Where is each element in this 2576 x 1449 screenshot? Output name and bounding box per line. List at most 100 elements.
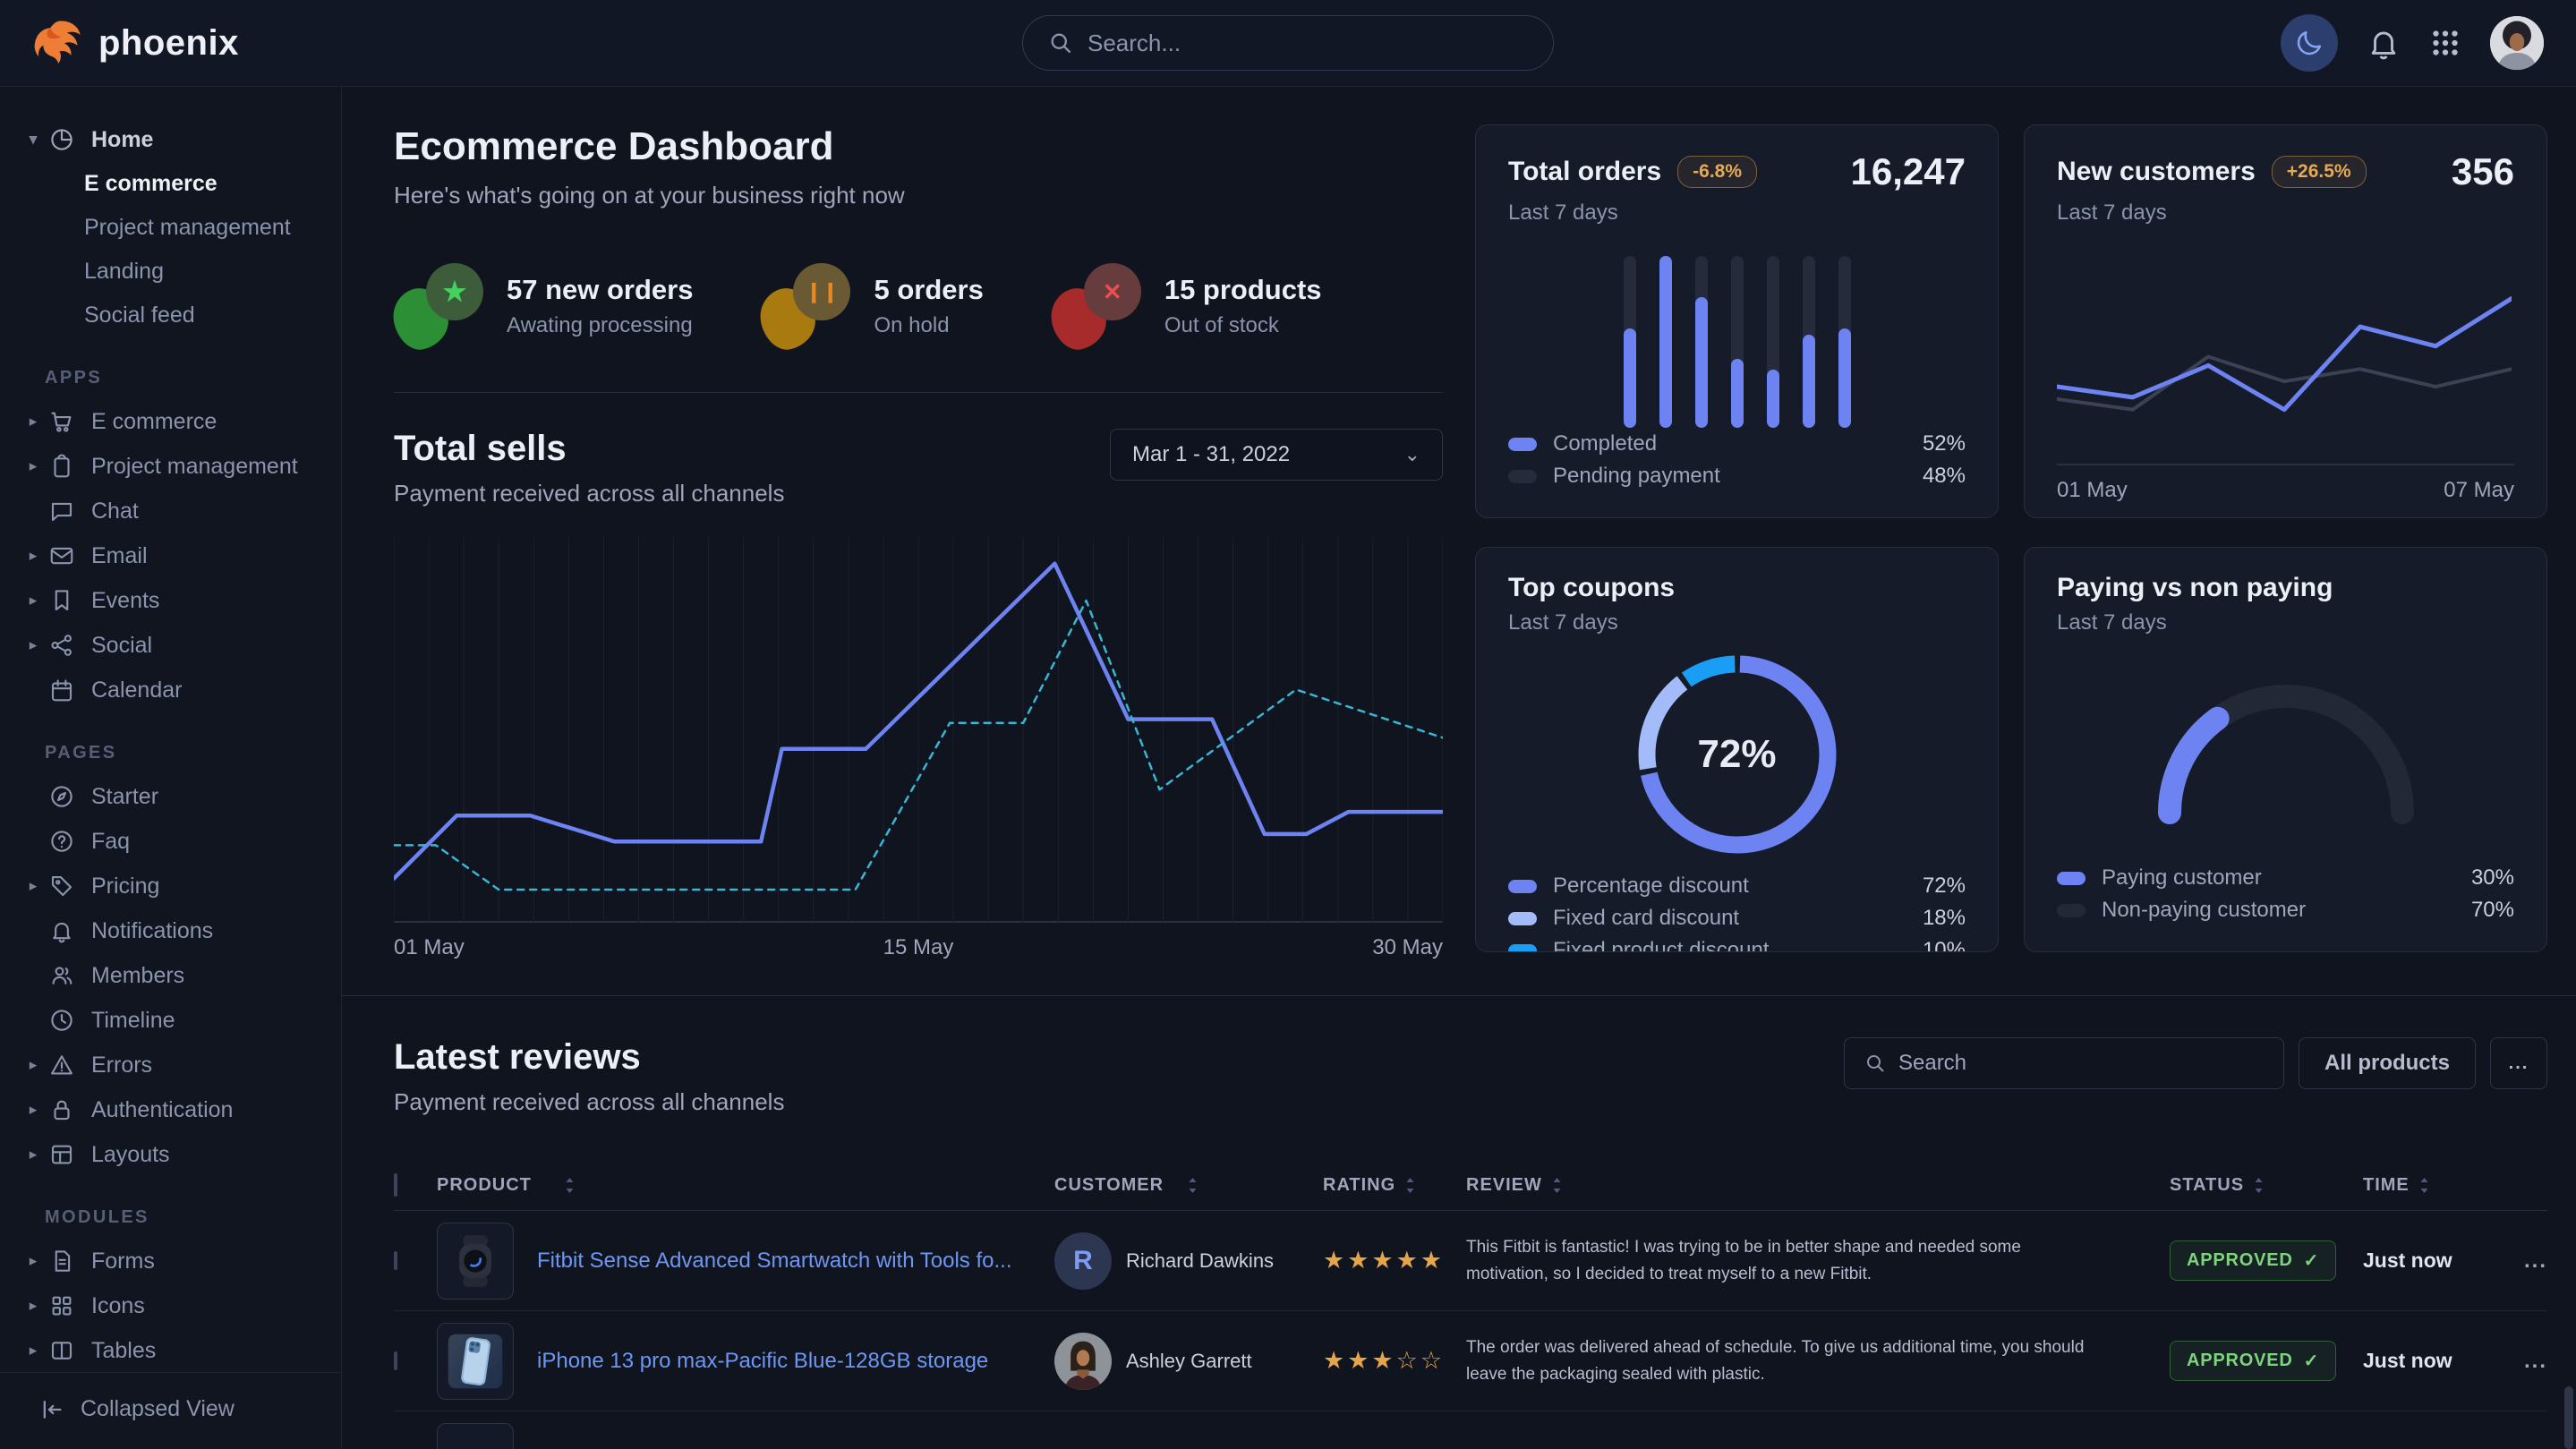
scrollbar-thumb[interactable] [2564, 1386, 2573, 1449]
legend-value: 18% [1923, 906, 1966, 931]
sidebar-item-calendar[interactable]: ▸Calendar [0, 668, 341, 712]
reviews-search-input[interactable] [1898, 1051, 2264, 1076]
sidebar-item-label: Project management [91, 454, 298, 480]
reviews-table: PRODUCTCUSTOMERRATINGREVIEWSTATUSTIME Fi… [394, 1161, 2547, 1449]
sidebar-item-project-management[interactable]: ▸Project management [0, 444, 341, 489]
date-range-value: Mar 1 - 31, 2022 [1132, 442, 1290, 467]
sidebar-item-faq[interactable]: ▸Faq [0, 819, 341, 864]
sidebar-item-e-commerce[interactable]: ▸E commerce [0, 399, 341, 444]
sidebar-item-pricing[interactable]: ▸Pricing [0, 864, 341, 908]
apps-grid-button[interactable] [2429, 27, 2461, 59]
user-avatar[interactable] [2490, 16, 2544, 70]
global-search-input[interactable] [1088, 30, 1528, 57]
column-header-customer[interactable]: CUSTOMER [1054, 1175, 1323, 1196]
sidebar-item-label: Tables [91, 1338, 156, 1364]
stat-sublabel: Out of stock [1164, 313, 1322, 338]
customer-name: Richard Dawkins [1126, 1249, 1274, 1273]
bar-fill [1838, 328, 1851, 428]
stat-value: 5 orders [874, 274, 983, 306]
pie-icon [48, 126, 75, 153]
legend-value: 30% [2471, 865, 2514, 891]
x-tick: 15 May [883, 935, 954, 960]
column-header-status[interactable]: STATUS [2148, 1175, 2363, 1196]
bar-fill [1624, 328, 1636, 428]
row-more-button[interactable]: ... [2524, 1249, 2547, 1273]
sidebar-item-label: Notifications [91, 918, 213, 944]
product-thumbnail [437, 1323, 514, 1400]
apps-grid-icon [2429, 27, 2461, 59]
caret-down-icon: ▾ [18, 131, 48, 149]
sidebar-item-label: Forms [91, 1249, 155, 1274]
card-title: Total orders [1508, 157, 1661, 187]
brand-logo[interactable]: phoenix [32, 17, 239, 69]
page-title: Ecommerce Dashboard [394, 124, 1443, 169]
caret-right-icon: ▸ [18, 1146, 48, 1163]
stat-star-icon: ★ [394, 263, 483, 349]
total-orders-card: Total orders -6.8% 16,247 Last 7 days Co… [1475, 124, 1999, 518]
legend-item-non-paying-customer: Non-paying customer70% [2057, 894, 2514, 926]
card-period: Last 7 days [1508, 610, 1966, 635]
column-header-product[interactable]: PRODUCT [437, 1175, 1054, 1196]
sidebar-item-icons[interactable]: ▸Icons [0, 1283, 341, 1328]
caret-right-icon: ▸ [18, 1342, 48, 1360]
product-link[interactable]: Fitbit Sense Advanced Smartwatch with To… [537, 1249, 1011, 1274]
all-products-button[interactable]: All products [2299, 1037, 2476, 1089]
card-period: Last 7 days [2057, 200, 2514, 226]
notifications-button[interactable] [2367, 26, 2401, 60]
sidebar-subitem-e-commerce[interactable]: E commerce [0, 162, 341, 206]
sidebar-item-layouts[interactable]: ▸Layouts [0, 1132, 341, 1177]
sidebar-item-errors[interactable]: ▸Errors [0, 1043, 341, 1087]
sidebar-item-social[interactable]: ▸Social [0, 623, 341, 668]
sidebar-item-home[interactable]: ▾Home [0, 117, 341, 162]
sidebar-item-chat[interactable]: ▸Chat [0, 489, 341, 533]
layout-icon [48, 1141, 75, 1168]
sidebar-item-tables[interactable]: ▸ Tables [0, 1328, 341, 1372]
sidebar-item-timeline[interactable]: ▸Timeline [0, 998, 341, 1043]
check-icon: ✓ [2304, 1350, 2320, 1372]
total-orders-bar-chart [1508, 256, 1966, 428]
bar-track [1803, 256, 1815, 428]
main-content: Ecommerce Dashboard Here's what's going … [342, 87, 2576, 1449]
search-icon [1864, 1053, 1886, 1074]
chat-icon [48, 498, 75, 524]
row-more-button[interactable]: ... [2524, 1349, 2547, 1373]
legend-swatch [1508, 944, 1537, 953]
product-image-watch [446, 1232, 505, 1291]
more-options-button[interactable]: ... [2490, 1037, 2547, 1089]
sidebar-subitem-project-management[interactable]: Project management [0, 206, 341, 250]
caret-right-icon: ▸ [18, 636, 48, 654]
product-thumbnail [437, 1423, 514, 1449]
column-header-rating[interactable]: RATING [1323, 1175, 1466, 1196]
sidebar-item-authentication[interactable]: ▸Authentication [0, 1087, 341, 1132]
row-checkbox[interactable] [394, 1351, 397, 1370]
status-label: APPROVED [2187, 1351, 2293, 1371]
reviews-subtitle: Payment received across all channels [394, 1088, 784, 1116]
sidebar-item-forms[interactable]: ▸Forms [0, 1239, 341, 1283]
sidebar-item-label: Events [91, 588, 159, 614]
sidebar-item-events[interactable]: ▸Events [0, 578, 341, 623]
sidebar-item-email[interactable]: ▸Email [0, 533, 341, 578]
column-header-time[interactable]: TIME [2363, 1175, 2506, 1196]
sidebar-item-label: Pricing [91, 874, 159, 899]
card-title: Paying vs non paying [2057, 573, 2333, 603]
caret-right-icon: ▸ [18, 1056, 48, 1074]
legend-item-pending-payment: Pending payment48% [1508, 460, 1966, 492]
select-all-checkbox[interactable] [394, 1173, 397, 1197]
sidebar-item-label: Members [91, 963, 184, 989]
trend-badge: -6.8% [1677, 156, 1757, 188]
collapsed-view-toggle[interactable]: Collapsed View [39, 1396, 341, 1422]
sidebar-subitem-social-feed[interactable]: Social feed [0, 294, 341, 337]
legend-item-fixed-product-discount: Fixed product discount10% [1508, 934, 1966, 952]
date-range-select[interactable]: Mar 1 - 31, 2022 ⌄ [1110, 429, 1443, 481]
bar-fill [1803, 335, 1815, 428]
theme-toggle-button[interactable] [2281, 14, 2338, 72]
sidebar-item-notifications[interactable]: ▸Notifications [0, 908, 341, 953]
avatar-letter: R [1073, 1246, 1093, 1276]
sidebar-subitem-landing[interactable]: Landing [0, 250, 341, 294]
sidebar-item-starter[interactable]: ▸Starter [0, 774, 341, 819]
product-link[interactable]: iPhone 13 pro max-Pacific Blue-128GB sto… [537, 1349, 988, 1374]
column-header-review[interactable]: REVIEW [1466, 1175, 2148, 1196]
row-checkbox[interactable] [394, 1251, 397, 1270]
share-icon [48, 632, 75, 659]
sidebar-item-members[interactable]: ▸Members [0, 953, 341, 998]
